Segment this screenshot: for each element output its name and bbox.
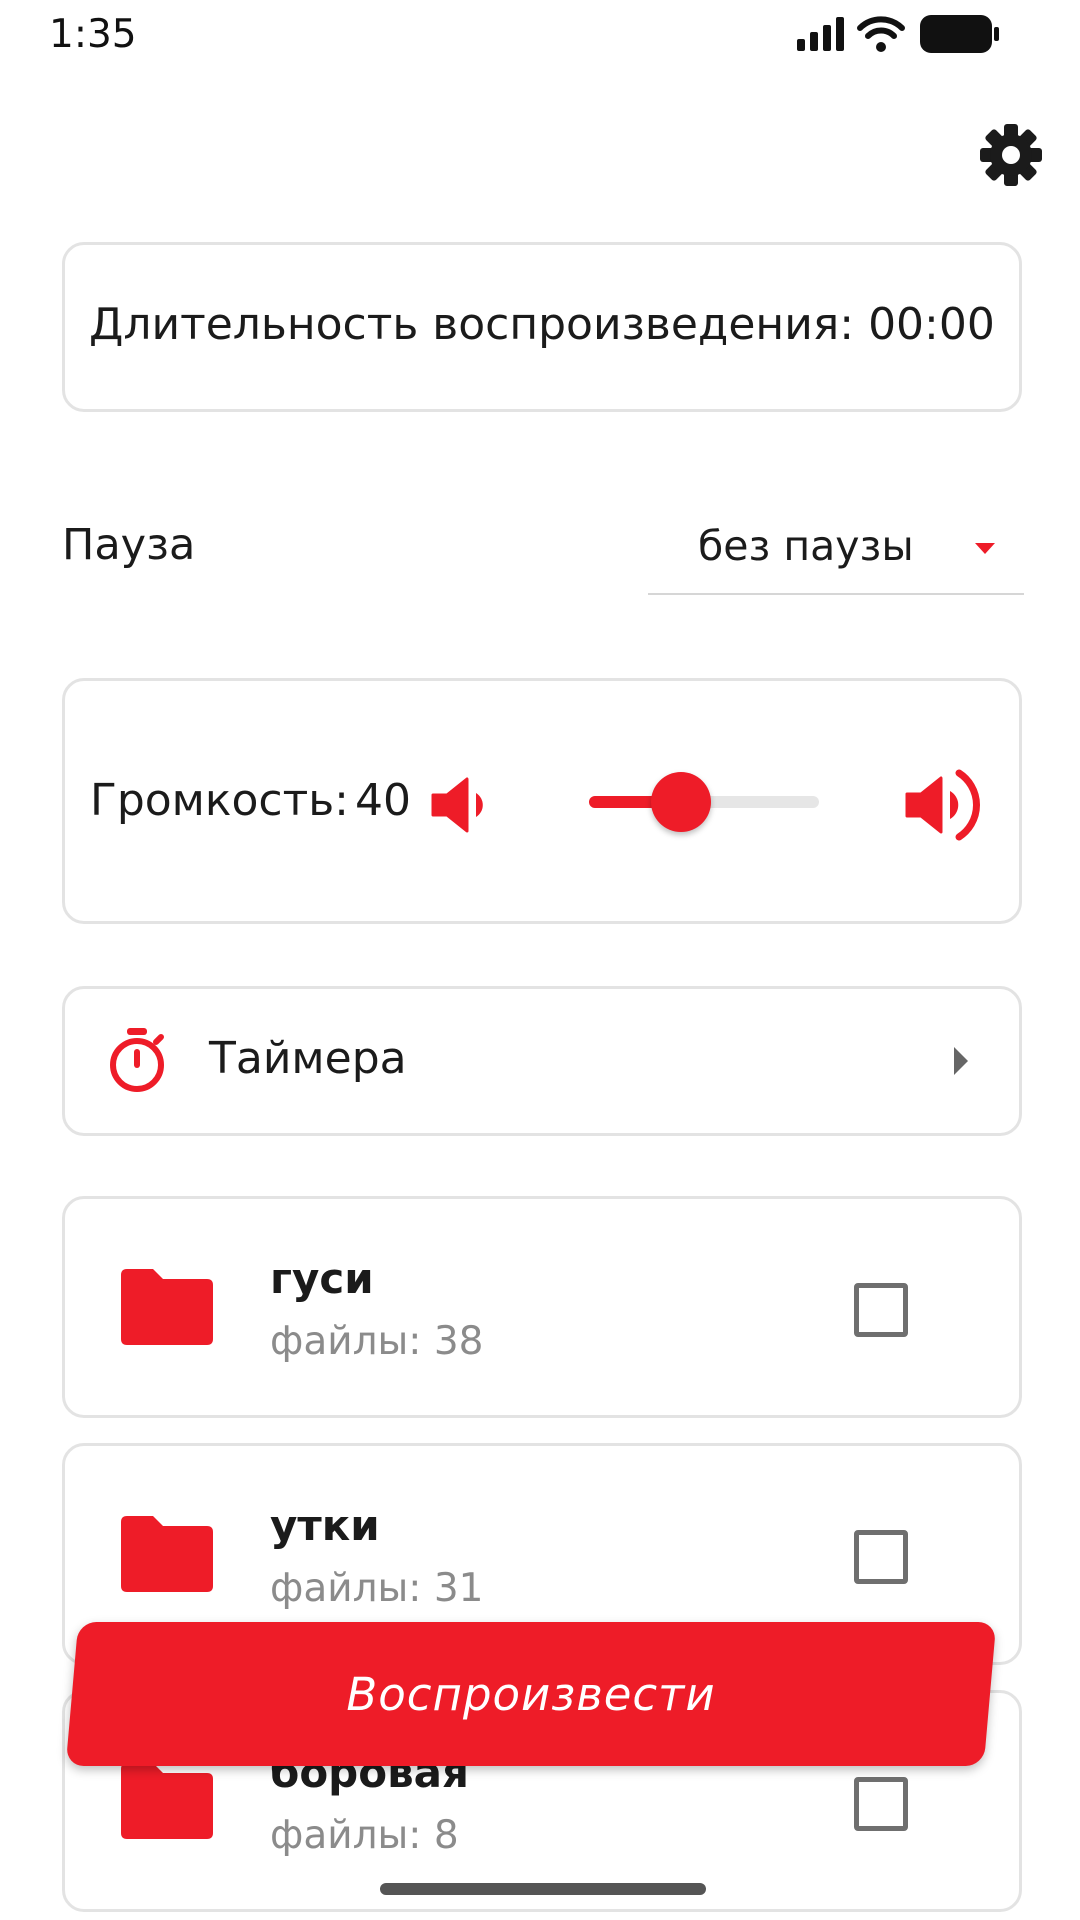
cellular-signal-icon: [797, 17, 844, 51]
gear-icon: [980, 124, 1042, 186]
volume-slider-thumb[interactable]: [651, 772, 711, 832]
folder-item[interactable]: гуси файлы: 38: [62, 1196, 1022, 1418]
volume-high-icon[interactable]: [903, 763, 987, 847]
settings-button[interactable]: [978, 122, 1044, 188]
screen: 1:35 Длительность воспроизведения: 00:00…: [0, 0, 1080, 1920]
wifi-icon: [857, 16, 905, 52]
home-indicator: [380, 1883, 706, 1895]
play-button-label: Воспроизвести: [346, 1667, 716, 1721]
timers-label: Таймера: [209, 1033, 407, 1084]
folder-icon: [121, 1269, 213, 1345]
volume-card: Громкость: 40: [62, 678, 1022, 924]
pause-selected-value: без паузы: [698, 522, 914, 570]
volume-low-icon[interactable]: [429, 773, 493, 837]
pause-label: Пауза: [62, 520, 196, 570]
folder-checkbox[interactable]: [854, 1530, 908, 1584]
folder-checkbox[interactable]: [854, 1777, 908, 1831]
stopwatch-icon: [110, 1028, 164, 1092]
volume-label: Громкость:: [90, 775, 349, 826]
caret-down-icon: [975, 543, 995, 554]
chevron-right-icon: [954, 1047, 968, 1075]
volume-slider[interactable]: [589, 767, 819, 837]
playback-duration: Длительность воспроизведения: 00:00: [89, 299, 995, 350]
folder-file-count: файлы: 8: [270, 1813, 459, 1858]
folder-icon: [121, 1763, 213, 1839]
timers-row[interactable]: Таймера: [62, 986, 1022, 1136]
pause-dropdown[interactable]: без паузы: [648, 505, 1024, 595]
folder-file-count: файлы: 38: [270, 1319, 484, 1364]
folder-checkbox[interactable]: [854, 1283, 908, 1337]
status-time: 1:35: [49, 12, 137, 57]
duration-card: Длительность воспроизведения: 00:00: [62, 242, 1022, 412]
folder-name: утки: [270, 1501, 380, 1550]
status-icons: [797, 14, 1001, 54]
folder-file-count: файлы: 31: [270, 1566, 484, 1611]
volume-value: 40: [355, 775, 411, 826]
play-button[interactable]: Воспроизвести: [65, 1622, 997, 1766]
battery-icon: [920, 15, 999, 53]
folder-name: гуси: [270, 1254, 374, 1303]
folder-icon: [121, 1516, 213, 1592]
